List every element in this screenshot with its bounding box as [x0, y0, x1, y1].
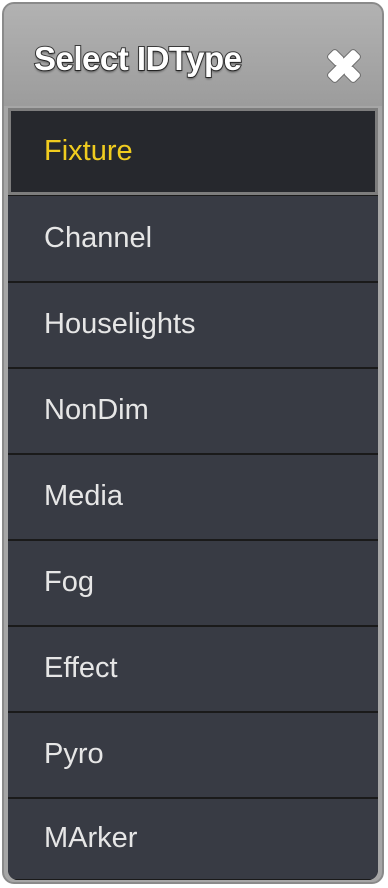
dialog-title-bar[interactable]: Select IDType — [4, 4, 382, 106]
dialog-title: Select IDType — [33, 39, 243, 78]
list-item-label: Effect — [44, 651, 118, 684]
close-icon[interactable] — [322, 44, 366, 88]
list-item-marker[interactable]: MArker — [8, 799, 378, 880]
select-idtype-dialog: Select IDType Fixture Channel Houselight… — [2, 2, 384, 884]
list-item-label: Channel — [44, 221, 153, 254]
list-item-label: Media — [44, 479, 123, 512]
list-item-nondim[interactable]: NonDim — [8, 369, 378, 454]
list-item-label: NonDim — [44, 393, 149, 426]
list-item-channel[interactable]: Channel — [8, 196, 378, 282]
list-item-label: Pyro — [44, 737, 104, 770]
list-item-fog[interactable]: Fog — [8, 541, 378, 626]
list-item-label: Houselights — [44, 307, 196, 340]
list-item-media[interactable]: Media — [8, 455, 378, 540]
list-item-label: Fixture — [44, 134, 133, 167]
idtype-list: Fixture Channel Houselights NonDim Media… — [8, 108, 378, 880]
list-item-fixture[interactable]: Fixture — [8, 108, 378, 195]
list-item-effect[interactable]: Effect — [8, 627, 378, 712]
list-item-label: MArker — [44, 821, 138, 854]
list-item-houselights[interactable]: Houselights — [8, 283, 378, 368]
list-item-pyro[interactable]: Pyro — [8, 713, 378, 798]
list-item-label: Fog — [44, 565, 94, 598]
